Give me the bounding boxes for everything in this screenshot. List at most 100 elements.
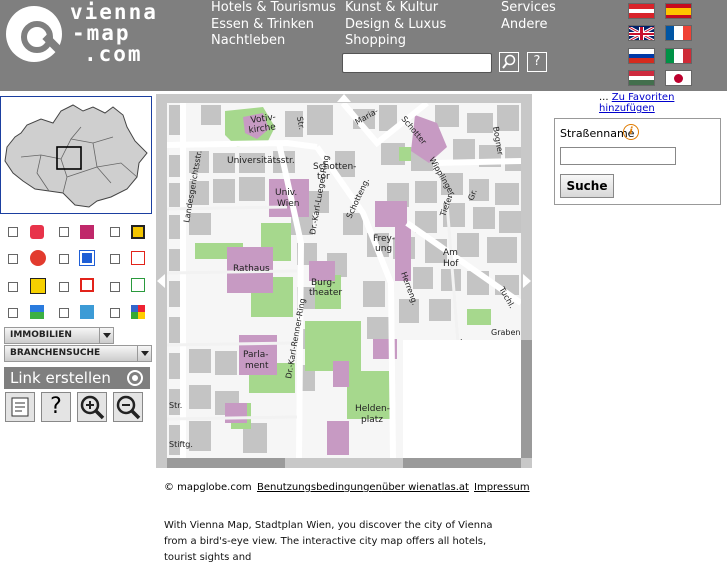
post-icon bbox=[30, 278, 46, 294]
help-button[interactable]: ? bbox=[527, 52, 547, 72]
hotel-icon bbox=[80, 225, 94, 239]
map-label: theater bbox=[309, 288, 342, 298]
help-tool-button[interactable]: ? bbox=[41, 392, 71, 422]
nav-nachtleben[interactable]: Nachtleben bbox=[211, 33, 336, 50]
map-label: ment bbox=[245, 361, 269, 371]
map-label: Am bbox=[443, 248, 458, 258]
map-label: Universitätsstr. bbox=[227, 156, 295, 166]
map-right-scroll-tab[interactable] bbox=[521, 340, 532, 458]
add-favorites-link[interactable]: ... Zu Favoriten hinzufügen bbox=[599, 92, 727, 114]
nav-kunst-kultur[interactable]: Kunst & Kultur bbox=[345, 0, 446, 17]
city-map[interactable]: Votiv- kirche Universitätsstr. Schotten-… bbox=[167, 103, 521, 458]
immobilien-dropdown[interactable]: IMMOBILIEN bbox=[4, 327, 114, 344]
flag-italy-icon[interactable] bbox=[665, 48, 692, 64]
flag-austria-icon[interactable] bbox=[628, 3, 655, 19]
category-checkbox-10[interactable] bbox=[8, 308, 18, 318]
map-label: Stiftg. bbox=[169, 440, 193, 449]
flag-france-icon[interactable] bbox=[665, 25, 692, 41]
category-checkbox-3[interactable] bbox=[110, 227, 120, 237]
street-search-button[interactable]: Suche bbox=[560, 174, 614, 198]
map-label: Parla- bbox=[243, 350, 269, 360]
logo-line-1: vienna bbox=[70, 0, 158, 24]
map-label: platz bbox=[361, 415, 383, 425]
bank-icon bbox=[131, 225, 145, 239]
map-label: Wien bbox=[277, 199, 299, 209]
event-icon bbox=[131, 305, 145, 319]
category-checkbox-1[interactable] bbox=[8, 227, 18, 237]
branchensuche-dropdown[interactable]: BRANCHENSUCHE bbox=[4, 345, 152, 362]
nav-column-3: Services Andere bbox=[501, 0, 556, 33]
zoom-in-button[interactable] bbox=[77, 392, 107, 422]
print-icon bbox=[11, 397, 29, 417]
nav-column-2: Kunst & Kultur Design & Luxus Shopping bbox=[345, 0, 446, 50]
pan-left-arrow-icon[interactable] bbox=[157, 274, 165, 288]
map-label: ung bbox=[375, 244, 392, 254]
search-button[interactable] bbox=[499, 52, 519, 72]
category-checkbox-5[interactable] bbox=[59, 254, 69, 264]
map-label: Frey- bbox=[373, 234, 395, 244]
map-label: Univ. bbox=[275, 188, 297, 198]
nav-shopping[interactable]: Shopping bbox=[345, 33, 446, 50]
nav-essen-trinken[interactable]: Essen & Trinken bbox=[211, 17, 336, 34]
nav-andere[interactable]: Andere bbox=[501, 17, 556, 34]
add-favorites-label: Zu Favoriten hinzufügen bbox=[599, 92, 675, 114]
zoom-in-icon bbox=[80, 395, 105, 420]
copyright-text: © mapglobe.com bbox=[164, 482, 252, 493]
nav-column-1: Hotels & Tourismus Essen & Trinken Nacht… bbox=[211, 0, 336, 50]
map-label: Str. bbox=[169, 401, 182, 410]
category-checkbox-11[interactable] bbox=[59, 308, 69, 318]
logo-magnifier-icon[interactable] bbox=[6, 6, 64, 62]
zoom-out-button[interactable] bbox=[113, 392, 143, 422]
category-checkbox-2[interactable] bbox=[59, 227, 69, 237]
museum-icon bbox=[80, 305, 94, 319]
nav-design-luxus[interactable]: Design & Luxus bbox=[345, 17, 446, 34]
flag-russia-icon[interactable] bbox=[628, 48, 655, 64]
category-checkbox-7[interactable] bbox=[8, 282, 18, 292]
restaurant-icon bbox=[30, 250, 46, 266]
category-checkbox-9[interactable] bbox=[110, 282, 120, 292]
bus-icon bbox=[30, 225, 44, 239]
flag-japan-icon[interactable] bbox=[665, 70, 692, 86]
magnifier-icon bbox=[502, 54, 516, 69]
pan-right-arrow-icon[interactable] bbox=[523, 274, 531, 288]
category-checkbox-6[interactable] bbox=[110, 254, 120, 264]
logo-text[interactable]: vienna -map .com bbox=[70, 2, 158, 65]
chevron-down-icon bbox=[137, 346, 151, 361]
header: vienna -map .com Hotels & Tourismus Esse… bbox=[0, 0, 727, 91]
map-bottom-scroll-tab[interactable] bbox=[403, 458, 521, 468]
vienna-overview-map[interactable] bbox=[0, 96, 152, 214]
search-input[interactable] bbox=[342, 53, 492, 73]
print-button[interactable] bbox=[5, 392, 35, 422]
logo-line-2: -map bbox=[72, 21, 131, 45]
pan-up-arrow-icon[interactable] bbox=[337, 94, 351, 102]
zoom-out-icon bbox=[116, 395, 141, 420]
map-label: Burg- bbox=[311, 278, 335, 288]
about-link[interactable]: über wienatlas.at bbox=[382, 482, 469, 493]
description-text: With Vienna Map, Stadtplan Wien, you dis… bbox=[164, 520, 493, 563]
category-checkbox-4[interactable] bbox=[8, 254, 18, 264]
street-name-input[interactable] bbox=[560, 147, 676, 165]
flag-spain-icon[interactable] bbox=[665, 3, 692, 19]
map-bottom-scroll-tab[interactable] bbox=[167, 458, 285, 468]
park-icon bbox=[30, 305, 44, 319]
category-checkbox-8[interactable] bbox=[59, 282, 69, 292]
category-checkbox-12[interactable] bbox=[110, 308, 120, 318]
map-label: Hof bbox=[443, 259, 459, 269]
nav-services[interactable]: Services bbox=[501, 0, 556, 17]
logo-line-3: .com bbox=[84, 42, 143, 66]
pharmacy-icon bbox=[80, 278, 94, 292]
imprint-link[interactable]: Impressum bbox=[474, 482, 530, 493]
map-label: Rathaus bbox=[233, 264, 270, 274]
target-icon bbox=[127, 370, 143, 386]
help-icon: ? bbox=[50, 394, 62, 419]
map-label: Helden- bbox=[355, 404, 390, 414]
create-link-button[interactable]: Link erstellen bbox=[4, 367, 150, 389]
shop-icon bbox=[131, 251, 145, 265]
flag-hungary-icon[interactable] bbox=[628, 70, 655, 86]
parking-icon bbox=[79, 250, 95, 266]
terms-link[interactable]: Benutzungsbedingungen bbox=[257, 482, 382, 493]
info-icon[interactable]: i bbox=[623, 124, 639, 140]
nav-hotels-tourismus[interactable]: Hotels & Tourismus bbox=[211, 0, 336, 17]
chevron-down-icon bbox=[99, 328, 113, 343]
flag-uk-icon[interactable] bbox=[628, 25, 655, 41]
